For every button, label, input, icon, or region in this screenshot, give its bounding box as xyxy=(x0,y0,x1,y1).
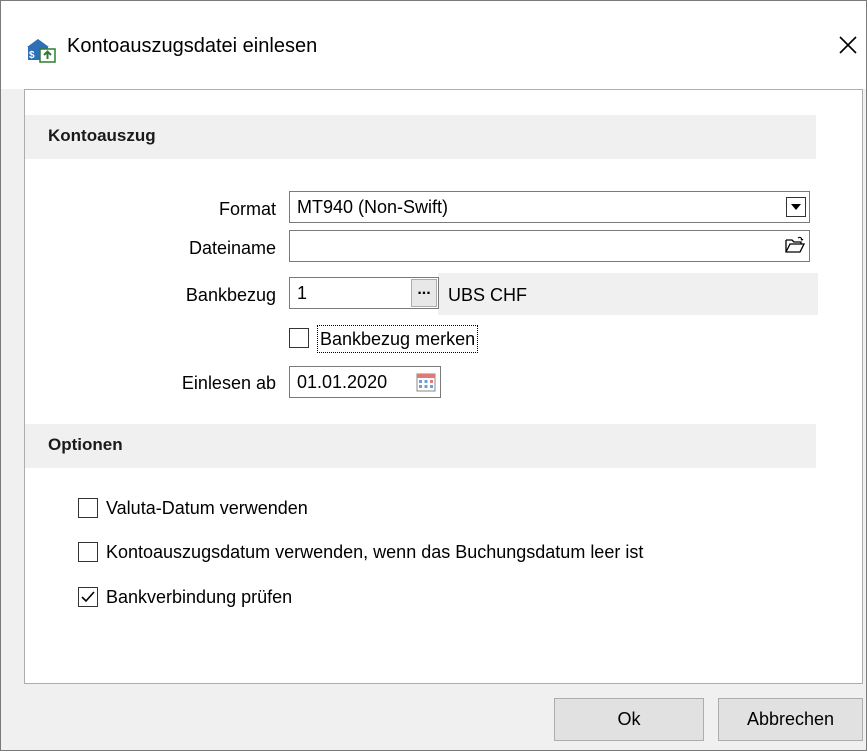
bankbezug-lookup-button[interactable]: ... xyxy=(411,279,437,307)
open-file-button[interactable] xyxy=(784,234,806,256)
kontoauszugsdatum-checkbox[interactable] xyxy=(78,542,98,562)
bankbezug-label: Bankbezug xyxy=(185,285,276,305)
section-title-optionen: Optionen xyxy=(48,435,123,454)
bankbezug-merken-checkbox[interactable] xyxy=(289,328,309,348)
einlesen-ab-value: 01.01.2020 xyxy=(297,372,388,392)
section-header-kontoauszug: Kontoauszug xyxy=(25,115,816,159)
close-icon xyxy=(839,36,857,54)
format-label: Format xyxy=(218,199,276,219)
chevron-down-icon xyxy=(791,204,801,210)
format-select[interactable]: MT940 (Non-Swift) xyxy=(289,191,810,223)
section-title-kontoauszug: Kontoauszug xyxy=(48,126,156,145)
bank-import-icon: $ xyxy=(25,35,57,63)
valuta-datum-label[interactable]: Valuta-Datum verwenden xyxy=(106,497,308,519)
kontoauszugsdatum-label[interactable]: Kontoauszugsdatum verwenden, wenn das Bu… xyxy=(106,541,643,563)
bankbezug-value: 1 xyxy=(297,283,308,303)
ok-button[interactable]: Ok xyxy=(554,698,704,741)
close-button[interactable] xyxy=(833,30,863,60)
date-picker-button[interactable] xyxy=(414,370,438,394)
title-bar: $ Kontoauszugsdatei einlesen xyxy=(1,1,866,89)
einlesen-ab-label: Einlesen ab xyxy=(181,373,276,393)
einlesen-ab-date-input[interactable]: 01.01.2020 xyxy=(289,366,441,398)
bankverbindung-pruefen-label[interactable]: Bankverbindung prüfen xyxy=(106,586,292,608)
format-dropdown-button[interactable] xyxy=(786,197,806,217)
bankverbindung-pruefen-checkbox[interactable] xyxy=(78,587,98,607)
dateiname-input[interactable] xyxy=(289,230,810,262)
dateiname-label: Dateiname xyxy=(188,238,276,258)
bankbezug-merken-label[interactable]: Bankbezug merken xyxy=(316,325,479,353)
section-header-optionen: Optionen xyxy=(25,424,816,468)
valuta-datum-checkbox[interactable] xyxy=(78,498,98,518)
calendar-icon xyxy=(416,373,436,392)
format-value: MT940 (Non-Swift) xyxy=(297,197,449,217)
checkmark-icon xyxy=(81,591,95,603)
folder-open-icon xyxy=(785,236,805,253)
bankbezug-input[interactable]: 1 ... xyxy=(289,277,439,309)
cancel-button[interactable]: Abbrechen xyxy=(718,698,863,741)
bankbezug-name: UBS CHF xyxy=(448,285,528,305)
svg-text:$: $ xyxy=(29,50,35,61)
dialog-window: $ Kontoauszugsdatei einlesen Kontoauszug… xyxy=(0,0,867,751)
window-title: Kontoauszugsdatei einlesen xyxy=(67,35,318,57)
